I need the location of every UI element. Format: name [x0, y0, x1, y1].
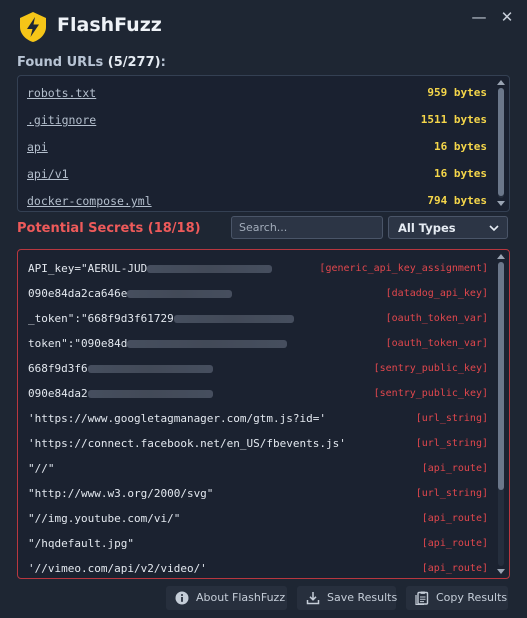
secrets-scroll-down-icon[interactable]: [497, 569, 505, 574]
secret-value: "//img.youtube.com/vi/": [28, 512, 181, 525]
copy-results-label: Copy Results: [436, 591, 508, 604]
secret-type: [url_string]: [415, 488, 488, 499]
secret-type-selected: All Types: [398, 221, 456, 235]
secret-row[interactable]: '//vimeo.com/api/v2/video/' [api_route]: [28, 556, 490, 578]
secret-row[interactable]: 'https://www.googletagmanager.com/gtm.js…: [28, 406, 490, 431]
secret-type: [datadog_api_key]: [385, 288, 488, 299]
url-size: 16 bytes: [434, 167, 487, 180]
secret-value: token":"090e84d: [28, 337, 288, 350]
url-link[interactable]: api/v1: [27, 167, 69, 181]
secret-type: [sentry_public_key]: [373, 363, 488, 374]
redacted-mask: [127, 290, 233, 298]
save-results-button[interactable]: Save Results: [297, 586, 398, 610]
url-size: 16 bytes: [434, 140, 487, 153]
redacted-mask: [127, 340, 288, 348]
app-title: FlashFuzz: [57, 14, 162, 36]
secret-row[interactable]: "//img.youtube.com/vi/" [api_route]: [28, 506, 490, 531]
save-results-label: Save Results: [327, 591, 398, 604]
secret-value: _token":"668f9d3f61729: [28, 312, 294, 325]
secrets-scroll-up-icon[interactable]: [497, 254, 505, 259]
secret-value: "/hqdefault.jpg": [28, 537, 134, 550]
found-urls-title: Found URLs (5/277):: [17, 55, 166, 70]
about-label: About FlashFuzz: [196, 591, 286, 604]
secret-value: "http://www.w3.org/2000/svg": [28, 487, 214, 500]
url-row: api/v1 16 bytes: [27, 163, 489, 187]
secrets-search-input[interactable]: [231, 216, 383, 239]
close-button[interactable]: ✕: [498, 8, 516, 26]
secret-type: [url_string]: [415, 438, 488, 449]
url-size: 1511 bytes: [420, 113, 487, 126]
about-button[interactable]: About FlashFuzz: [166, 586, 287, 610]
info-icon: [175, 591, 189, 605]
found-urls-suffix: :: [160, 55, 166, 70]
secret-value: 090e84da2: [28, 387, 213, 400]
url-row: robots.txt 959 bytes: [27, 82, 489, 106]
copy-results-button[interactable]: Copy Results: [406, 586, 508, 610]
secret-value: 668f9d3f6: [28, 362, 213, 375]
url-size: 959 bytes: [427, 86, 487, 99]
secret-row[interactable]: token":"090e84d [oauth_token_var]: [28, 331, 490, 356]
minimize-button[interactable]: —: [470, 8, 488, 26]
url-link[interactable]: .gitignore: [27, 113, 96, 127]
secret-type: [oauth_token_var]: [385, 338, 488, 349]
secret-row[interactable]: 668f9d3f6 [sentry_public_key]: [28, 356, 490, 381]
secret-value: 'https://connect.facebook.net/en_US/fbev…: [28, 437, 346, 450]
redacted-mask: [87, 390, 213, 398]
secret-row[interactable]: 090e84da2ca646e [datadog_api_key]: [28, 281, 490, 306]
url-scroll-up-icon[interactable]: [497, 80, 505, 85]
secret-row[interactable]: "//" [api_route]: [28, 456, 490, 481]
secret-type: [api_route]: [421, 538, 488, 549]
redacted-mask: [173, 315, 294, 323]
secret-value: 'https://www.googletagmanager.com/gtm.js…: [28, 412, 327, 425]
secret-type-select[interactable]: All Types: [388, 216, 508, 239]
secrets-scroll-thumb[interactable]: [498, 262, 504, 490]
secret-row[interactable]: API_key="AERUL-JUD [generic_api_key_assi…: [28, 256, 490, 281]
url-link[interactable]: api: [27, 140, 48, 154]
secret-row[interactable]: "http://www.w3.org/2000/svg" [url_string…: [28, 481, 490, 506]
download-icon: [306, 592, 320, 605]
chevron-down-icon: [489, 225, 499, 232]
secret-type: [api_route]: [421, 513, 488, 524]
secrets-list: API_key="AERUL-JUD [generic_api_key_assi…: [17, 249, 510, 579]
url-link[interactable]: docker-compose.yml: [27, 194, 152, 208]
secret-value: "//": [28, 462, 55, 475]
url-scroll-thumb[interactable]: [498, 88, 504, 196]
secrets-scrollbar[interactable]: [498, 262, 504, 566]
secret-type: [generic_api_key_assignment]: [319, 263, 488, 274]
url-scrollbar[interactable]: [498, 88, 504, 198]
url-list: robots.txt 959 bytes .gitignore 1511 byt…: [17, 75, 510, 212]
found-urls-label: Found URLs: [17, 55, 104, 70]
secret-row[interactable]: 090e84da2 [sentry_public_key]: [28, 381, 490, 406]
url-row: .gitignore 1511 bytes: [27, 109, 489, 133]
secret-type: [api_route]: [421, 463, 488, 474]
secret-value: '//vimeo.com/api/v2/video/': [28, 562, 207, 575]
secret-type: [oauth_token_var]: [385, 313, 488, 324]
secret-value: API_key="AERUL-JUD: [28, 262, 273, 275]
url-scroll-down-icon[interactable]: [497, 201, 505, 206]
secret-row[interactable]: _token":"668f9d3f61729 [oauth_token_var]: [28, 306, 490, 331]
lightning-shield-icon: [20, 12, 46, 42]
found-urls-count: (5/277): [107, 55, 161, 70]
app-header: FlashFuzz — ✕: [0, 0, 527, 50]
secret-value: 090e84da2ca646e: [28, 287, 233, 300]
url-size: 794 bytes: [427, 194, 487, 207]
redacted-mask: [87, 365, 213, 373]
clipboard-icon: [415, 591, 429, 605]
url-row: api 16 bytes: [27, 136, 489, 160]
secret-row[interactable]: 'https://connect.facebook.net/en_US/fbev…: [28, 431, 490, 456]
secret-type: [api_route]: [421, 563, 488, 574]
url-row: docker-compose.yml 794 bytes: [27, 190, 489, 211]
secret-type: [sentry_public_key]: [373, 388, 488, 399]
secret-type: [url_string]: [415, 413, 488, 424]
redacted-mask: [147, 265, 273, 273]
secrets-title: Potential Secrets (18/18): [17, 221, 201, 236]
secret-row[interactable]: "/hqdefault.jpg" [api_route]: [28, 531, 490, 556]
url-link[interactable]: robots.txt: [27, 86, 96, 100]
